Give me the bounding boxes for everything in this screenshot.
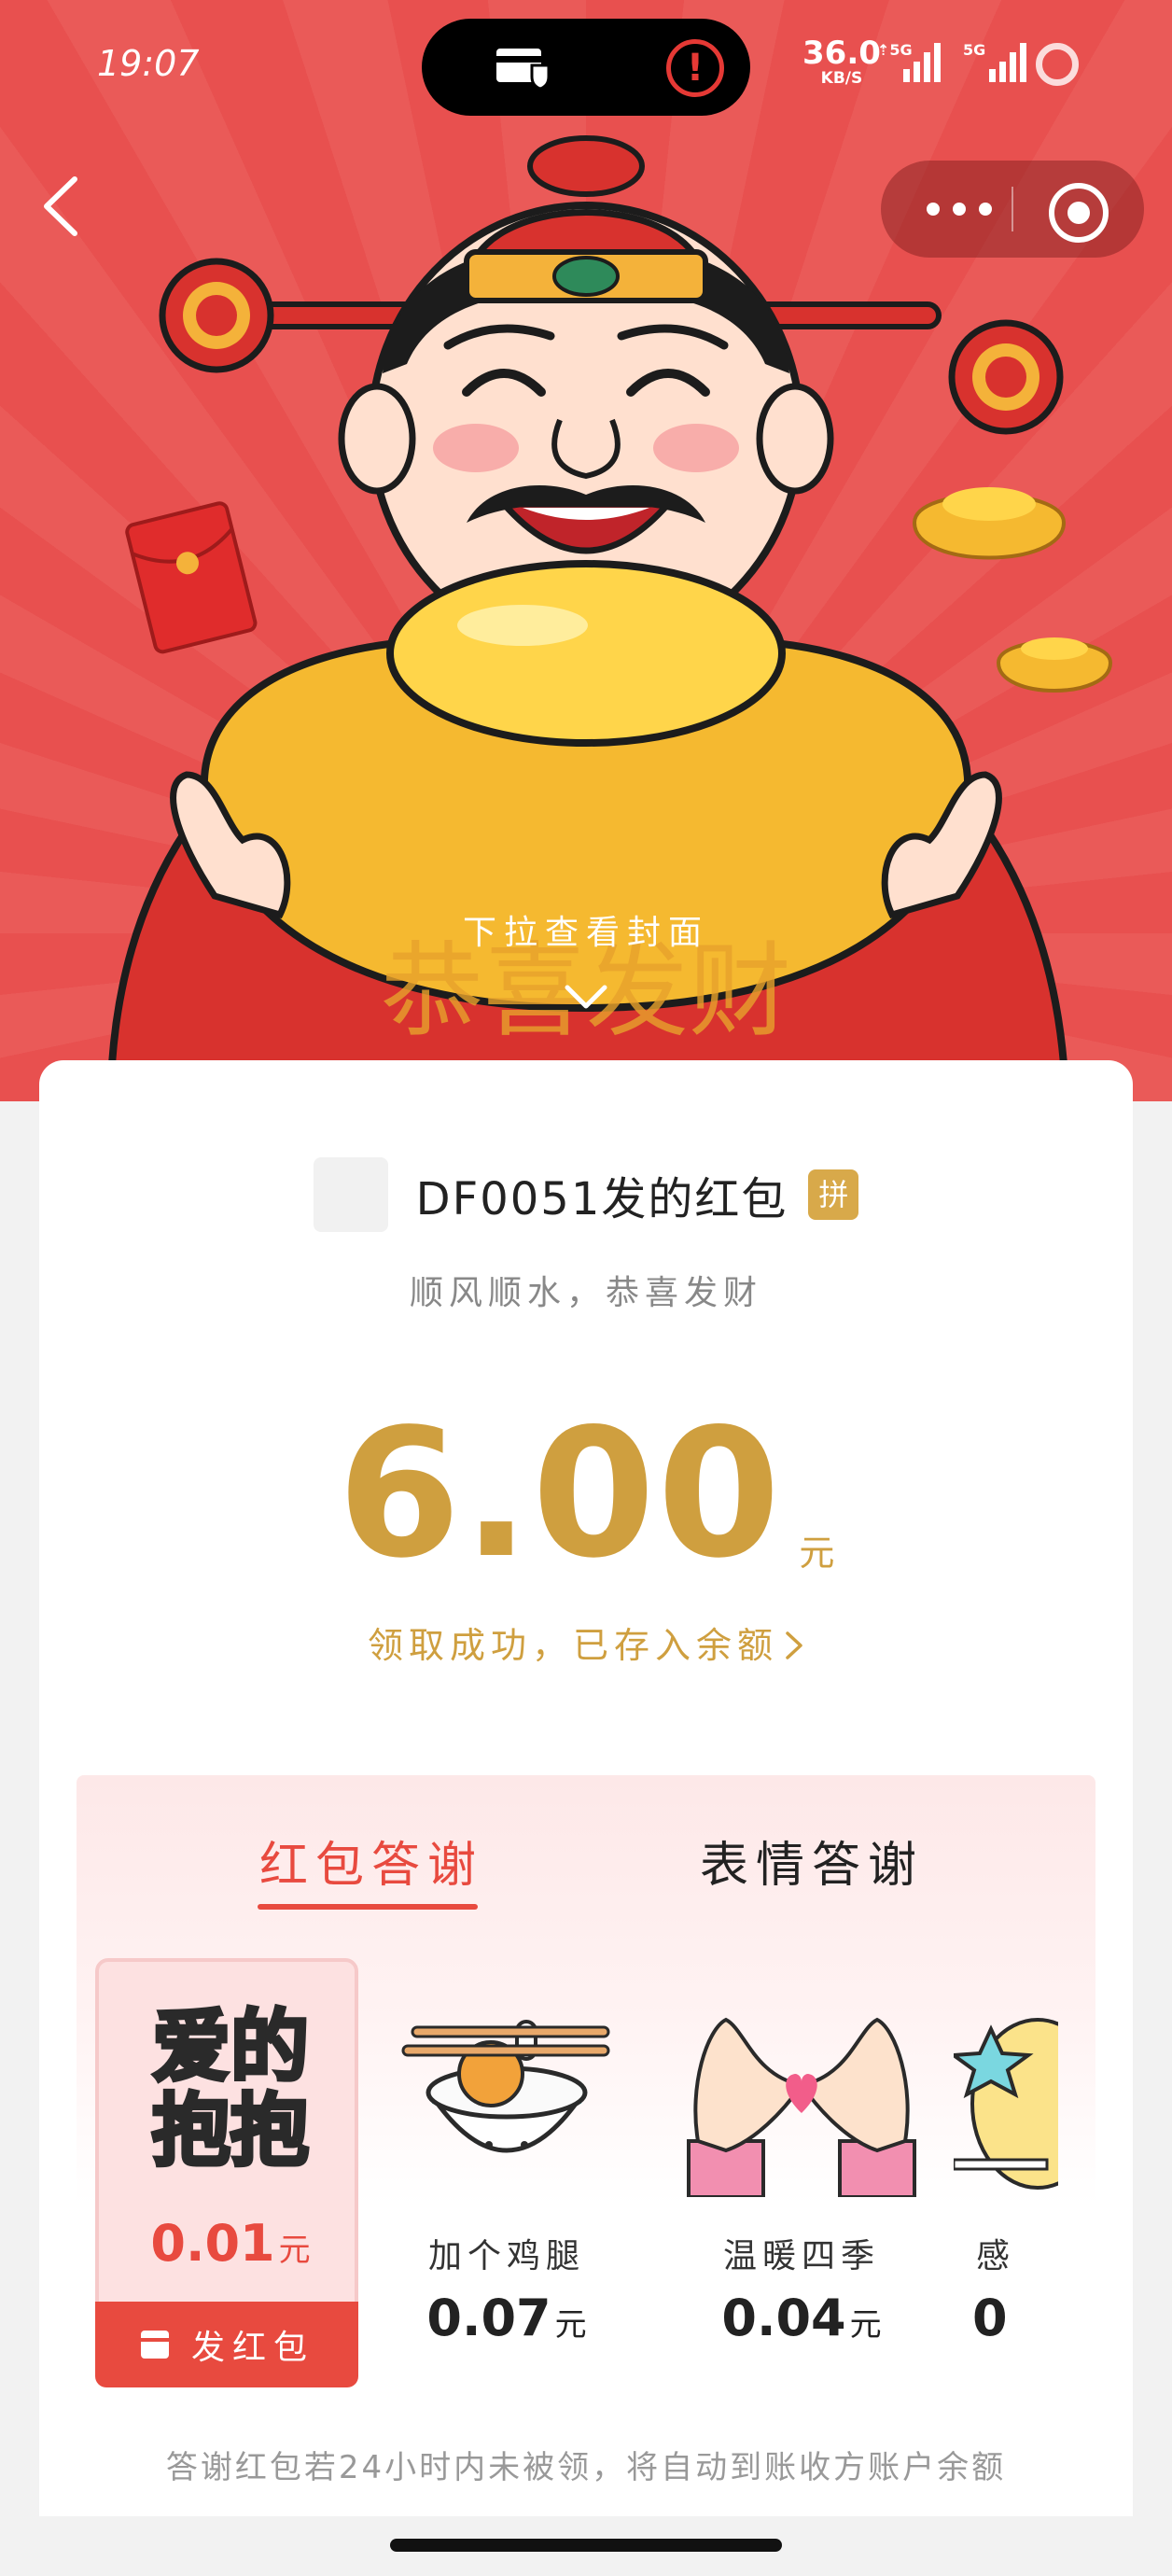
gratitude-sticker [954,2018,1058,2190]
thanks-item-label: 温暖四季 [722,2237,880,2275]
miniprogram-capsule [881,161,1144,258]
pin-badge: 拼 [808,1169,859,1220]
more-icon[interactable] [922,187,997,231]
network-speed: 36.0 KB/S [802,35,881,88]
thanks-panel: 红包答谢 表情答谢 爱的 抱抱 0.01 元 发红包 加个鸡腿 0.07 元 温… [77,1775,1095,2419]
send-red-envelope-button[interactable]: 发红包 [95,2302,358,2387]
thanks-item-gratitude[interactable]: 感 0 [954,1958,1058,2387]
hug-sticker-line1: 爱的 [152,2001,309,2093]
card-shield-icon [496,49,551,90]
envelope-icon [140,2331,169,2359]
dynamic-island: ! [422,19,750,116]
avatar[interactable] [313,1157,388,1232]
chevron-right-icon [786,1631,802,1659]
active-tab-indicator [258,1904,478,1910]
status-time: 19:07 [97,43,200,84]
hug-sticker-line2: 抱抱 [152,2085,309,2177]
back-arrow-icon[interactable] [37,174,93,239]
envelope-detail-card: DF0051发的红包 拼 顺风顺水，恭喜发财 6.00 元 领取成功，已存入余额… [39,1060,1133,2516]
thanks-item-price: 0 [972,2289,1008,2347]
amount-row: 6.00 元 [39,1406,1133,1583]
thanks-item-label: 感 [976,2237,1016,2275]
signal-sim1-icon: ⇡5G [877,41,941,82]
thanks-item-warmth[interactable]: 温暖四季 0.04 元 [670,1958,933,2387]
battery-ring-icon [1036,43,1079,86]
thanks-item-price: 0.07 元 [426,2289,587,2347]
blessing-text: 顺风顺水，恭喜发财 [409,1274,762,1312]
thanks-item-price: 0.01 元 [150,2214,311,2273]
thanks-item-hug[interactable]: 爱的 抱抱 0.01 元 发红包 [95,1958,358,2387]
signal-sim2-icon: 5G [963,41,1026,82]
thanks-item-label: 加个鸡腿 [427,2237,585,2275]
thanks-item-drumstick[interactable]: 加个鸡腿 0.07 元 [375,1958,638,2387]
chevron-down-icon[interactable] [564,982,608,1010]
amount-value: 6.00 [337,1391,783,1597]
rice-bowl-drumstick-sticker [401,2020,610,2153]
received-status-text: 领取成功，已存入余额 [367,1625,778,1666]
close-target-icon[interactable] [1049,183,1109,243]
thanks-item-clip: 感 0 [954,1958,1058,2387]
tab-red-envelope-thanks[interactable]: 红包答谢 [259,1826,483,1896]
hug-sticker: 爱的 抱抱 [150,1999,311,2178]
capsule-divider [1012,187,1013,231]
pull-down-hint[interactable]: 下拉查看封面 [0,905,1172,954]
tab-sticker-thanks[interactable]: 表情答谢 [700,1826,924,1896]
red-envelope-cover[interactable]: 恭喜发财 19:07 ! 36.0 KB/S ⇡5G 5G 下拉查看封面 [0,0,1172,1101]
thanks-item-price: 0.04 元 [721,2289,882,2347]
sender-row: DF0051发的红包 拼 [39,1157,1133,1232]
heart-hands-sticker [687,2017,916,2197]
alert-icon: ! [666,39,724,97]
home-indicator[interactable] [390,2539,782,2552]
received-status-link[interactable]: 领取成功，已存入余额 [39,1617,1133,1668]
thanks-footnote: 答谢红包若24小时内未被领，将自动到账收方账户余额 [165,2449,1007,2486]
amount-unit: 元 [799,1533,835,1574]
sender-title: DF0051发的红包 [415,1173,788,1225]
